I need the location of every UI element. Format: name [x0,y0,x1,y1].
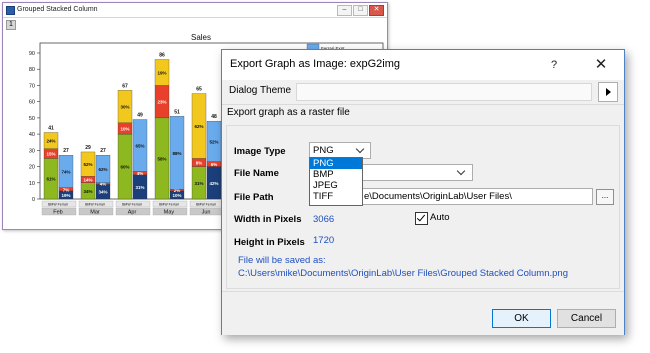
segment-label: 74% [61,169,70,174]
segment-label: 88% [172,151,181,156]
width-label: Width in Pixels [234,214,302,225]
dialog-titlebar: Export Graph as Image: expG2img ? ✕ [222,50,624,80]
save-info-path: C:\Users\mike\Documents\OriginLab\User F… [238,268,568,279]
chevron-down-icon [456,166,466,176]
divider [222,104,624,105]
dropdown-option-tiff[interactable]: TIFF [310,191,362,202]
dropdown-option-png[interactable]: PNG [310,158,362,169]
sub-label: BMW Ferrari [85,203,105,207]
sub-label: BMW Ferrari [159,203,179,207]
y-tick-label: 70 [29,83,35,89]
segment-label: 7% [63,187,70,192]
month-label: May [164,210,175,216]
month-label: Feb [53,210,62,216]
segment-label: 8% [196,161,203,166]
segment-label: 52% [209,139,218,144]
auto-checkbox[interactable] [415,212,428,225]
dialog-theme-button[interactable] [598,82,618,102]
segment-label: 30% [120,105,129,110]
file-path-label: File Path [234,192,274,203]
total-label: 48 [211,114,217,120]
y-tick-label: 80 [29,67,35,73]
y-tick-label: 60 [29,100,35,106]
segment-label: 10% [172,193,181,198]
dropdown-option-jpeg[interactable]: JPEG [310,180,362,191]
dialog-title: Export Graph as Image: expG2img [230,58,400,70]
dialog-theme-field[interactable] [296,83,592,101]
segment-label: 62% [98,167,107,172]
total-label: 86 [159,52,165,58]
segment-label: 15% [46,152,55,157]
segment-label: 61% [46,177,55,182]
ok-button[interactable]: OK [492,309,551,328]
segment-label: 52% [83,162,92,167]
dropdown-option-bmp[interactable]: BMP [310,169,362,180]
segment-label: 4% [137,171,144,176]
height-value[interactable]: 1720 [313,235,334,246]
segment-label: 62% [194,124,203,129]
y-tick-label: 40 [29,132,35,138]
month-label: Jun [202,210,211,216]
segment-label: 31% [194,181,203,186]
total-label: 41 [48,125,54,131]
image-type-label: Image Type [234,146,286,157]
total-label: 65 [196,87,202,93]
segment-label: 58% [157,156,166,161]
total-label: 67 [122,83,128,89]
segment-label: 42% [209,181,218,186]
y-tick-label: 10 [29,181,35,187]
y-tick-label: 90 [29,51,35,57]
play-arrow-icon [606,88,611,96]
sub-label: BMW Ferrari [196,203,216,207]
sub-label: BMW Ferrari [48,203,68,207]
cancel-button[interactable]: Cancel [557,309,616,328]
month-label: Apr [128,210,137,216]
file-name-select[interactable] [361,164,473,181]
height-label: Height in Pixels [234,237,305,248]
chevron-down-icon [355,144,365,154]
segment-label: 23% [157,100,166,105]
y-tick-label: 0 [32,197,35,203]
y-tick-label: 50 [29,116,35,122]
file-path-value: e\Documents\OriginLab\User Files\ [364,191,512,202]
segment-label: 14% [83,178,92,183]
raster-description: Export graph as a raster file [227,107,350,118]
segment-label: 19% [157,70,166,75]
segment-label: 31% [135,185,144,190]
segment-label: 19% [61,193,70,198]
export-dialog: Export Graph as Image: expG2img ? ✕ Dial… [221,49,625,335]
auto-label[interactable]: Auto [430,212,450,223]
chart-title: Sales [191,33,211,42]
total-label: 51 [174,109,180,115]
width-value[interactable]: 3066 [313,214,334,225]
segment-label: 65% [135,143,144,148]
total-label: 27 [100,148,106,154]
save-info-heading: File will be saved as: [238,255,326,266]
y-tick-label: 30 [29,148,35,154]
total-label: 27 [63,148,69,154]
close-icon[interactable]: ✕ [589,55,613,75]
segment-label: 34% [83,189,92,194]
file-name-label: File Name [234,168,279,179]
browse-button[interactable]: ... [596,189,614,205]
y-tick-label: 20 [29,165,35,171]
sub-label: BMW Ferrari [122,203,142,207]
file-path-input[interactable]: e\Documents\OriginLab\User Files\ [361,188,593,205]
total-label: 49 [137,113,143,119]
image-type-dropdown-list: PNG BMP JPEG TIFF [309,157,363,206]
segment-label: 6% [211,162,218,167]
image-type-value: PNG [313,145,334,156]
segment-label: 24% [46,139,55,144]
segment-label: 34% [98,190,107,195]
total-label: 29 [85,145,91,151]
save-path-info: File will be saved as: C:\Users\mike\Doc… [238,254,568,280]
segment-label: 60% [120,165,129,170]
dialog-theme-label: Dialog Theme [229,85,292,96]
segment-label: 10% [120,126,129,131]
month-label: Mar [90,210,100,216]
help-icon[interactable]: ? [542,55,566,75]
